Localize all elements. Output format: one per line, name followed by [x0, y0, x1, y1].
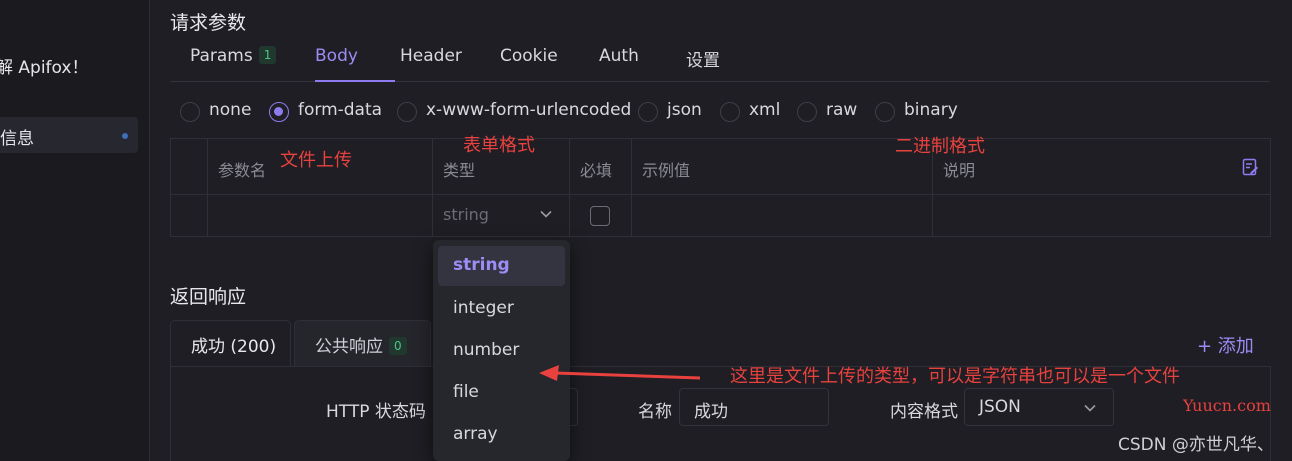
content-format-label: 内容格式 — [890, 402, 958, 422]
radio-label: none — [209, 100, 252, 120]
tab-auth-label: Auth — [599, 46, 639, 66]
name-input[interactable]: 成功 — [679, 388, 829, 426]
content-format-value: JSON — [979, 397, 1021, 417]
radio-label: xml — [749, 100, 781, 120]
chevron-down-icon — [540, 210, 552, 218]
tab-success-200[interactable]: 成功 (200) — [170, 320, 291, 367]
add-response-button[interactable]: + 添加 — [1197, 332, 1254, 358]
annotation-file-type-note: 这里是文件上传的类型，可以是字符串也可以是一个文件 — [730, 366, 1180, 387]
annotation-binary-format: 二进制格式 — [895, 136, 985, 157]
tab-settings[interactable]: 设置 — [686, 46, 720, 82]
radio-checked-icon — [269, 102, 289, 122]
radio-label: binary — [904, 100, 958, 120]
radio-circle-icon — [638, 102, 658, 122]
name-label: 名称 — [638, 402, 672, 422]
row-drag-cell — [171, 195, 208, 237]
header-required: 必填 — [570, 139, 632, 195]
tab-common-response[interactable]: 公共响应 0 — [294, 320, 431, 367]
tab-header-label: Header — [400, 46, 462, 66]
radio-label: raw — [826, 100, 858, 120]
tab-common-label: 公共响应 — [315, 337, 383, 357]
radio-label: x-www-form-urlencoded — [426, 100, 632, 120]
sidebar: 解 Apifox！ 信息 — [0, 0, 150, 461]
tab-params-label: Params — [190, 46, 253, 66]
main-panel: 请求参数 Params 1 Body Header Cookie Auth 设置 … — [150, 0, 1292, 461]
required-cell — [570, 195, 632, 237]
radio-circle-icon — [720, 102, 740, 122]
http-status-label: HTTP 状态码 — [326, 402, 426, 422]
response-title: 返回响应 — [170, 286, 247, 308]
name-input-value: 成功 — [694, 402, 728, 422]
tab-params[interactable]: Params 1 — [190, 46, 277, 82]
request-tabs: Params 1 Body Header Cookie Auth 设置 — [170, 40, 1270, 82]
type-select[interactable]: string — [433, 195, 570, 237]
annotation-file-upload: 文件上传 — [280, 150, 352, 171]
description-cell[interactable] — [933, 195, 1271, 237]
radio-label: form-data — [298, 100, 383, 120]
param-name-cell[interactable] — [208, 195, 433, 237]
radio-circle-icon — [180, 102, 200, 122]
type-option-integer[interactable]: integer — [438, 289, 565, 329]
common-response-count-badge: 0 — [389, 337, 407, 355]
type-option-array[interactable]: array — [438, 415, 565, 455]
sidebar-welcome-text: 解 Apifox！ — [0, 58, 89, 78]
required-checkbox[interactable] — [590, 206, 610, 226]
sidebar-item-info[interactable]: 信息 — [0, 117, 138, 153]
type-select-value: string — [443, 205, 489, 224]
request-params-title: 请求参数 — [170, 12, 247, 34]
type-option-string[interactable]: string — [438, 246, 565, 286]
site-watermark: Yuucn.com — [1183, 396, 1271, 415]
type-dropdown-menu: string integer number file array — [433, 240, 570, 461]
content-format-select[interactable]: JSON — [964, 388, 1114, 426]
annotation-arrow-icon — [539, 365, 701, 381]
tab-cookie-label: Cookie — [500, 46, 558, 66]
tab-cookie[interactable]: Cookie — [500, 46, 558, 82]
header-example: 示例值 — [632, 139, 933, 195]
sidebar-item-label: 信息 — [0, 129, 34, 149]
tab-header[interactable]: Header — [400, 46, 462, 82]
header-description-label: 说明 — [943, 161, 976, 180]
radio-circle-icon — [797, 102, 817, 122]
radio-label: json — [667, 100, 702, 120]
tab-body-label: Body — [315, 46, 358, 66]
tab-settings-label: 设置 — [686, 51, 720, 71]
example-value-cell[interactable] — [632, 195, 933, 237]
active-tab-indicator — [315, 80, 395, 82]
csdn-watermark: CSDN @亦世凡华、 — [1118, 435, 1274, 455]
annotation-form-format: 表单格式 — [463, 135, 535, 156]
tab-body[interactable]: Body — [315, 46, 358, 82]
tab-auth[interactable]: Auth — [599, 46, 639, 82]
bulk-edit-icon[interactable] — [1241, 158, 1259, 176]
drag-handle-column — [171, 139, 208, 195]
unsaved-dot-icon — [122, 133, 128, 139]
params-count-badge: 1 — [258, 46, 277, 64]
radio-circle-icon — [875, 102, 895, 122]
chevron-down-icon — [1084, 404, 1096, 412]
tab-success-label: 成功 (200) — [191, 337, 277, 357]
radio-circle-icon — [397, 102, 417, 122]
